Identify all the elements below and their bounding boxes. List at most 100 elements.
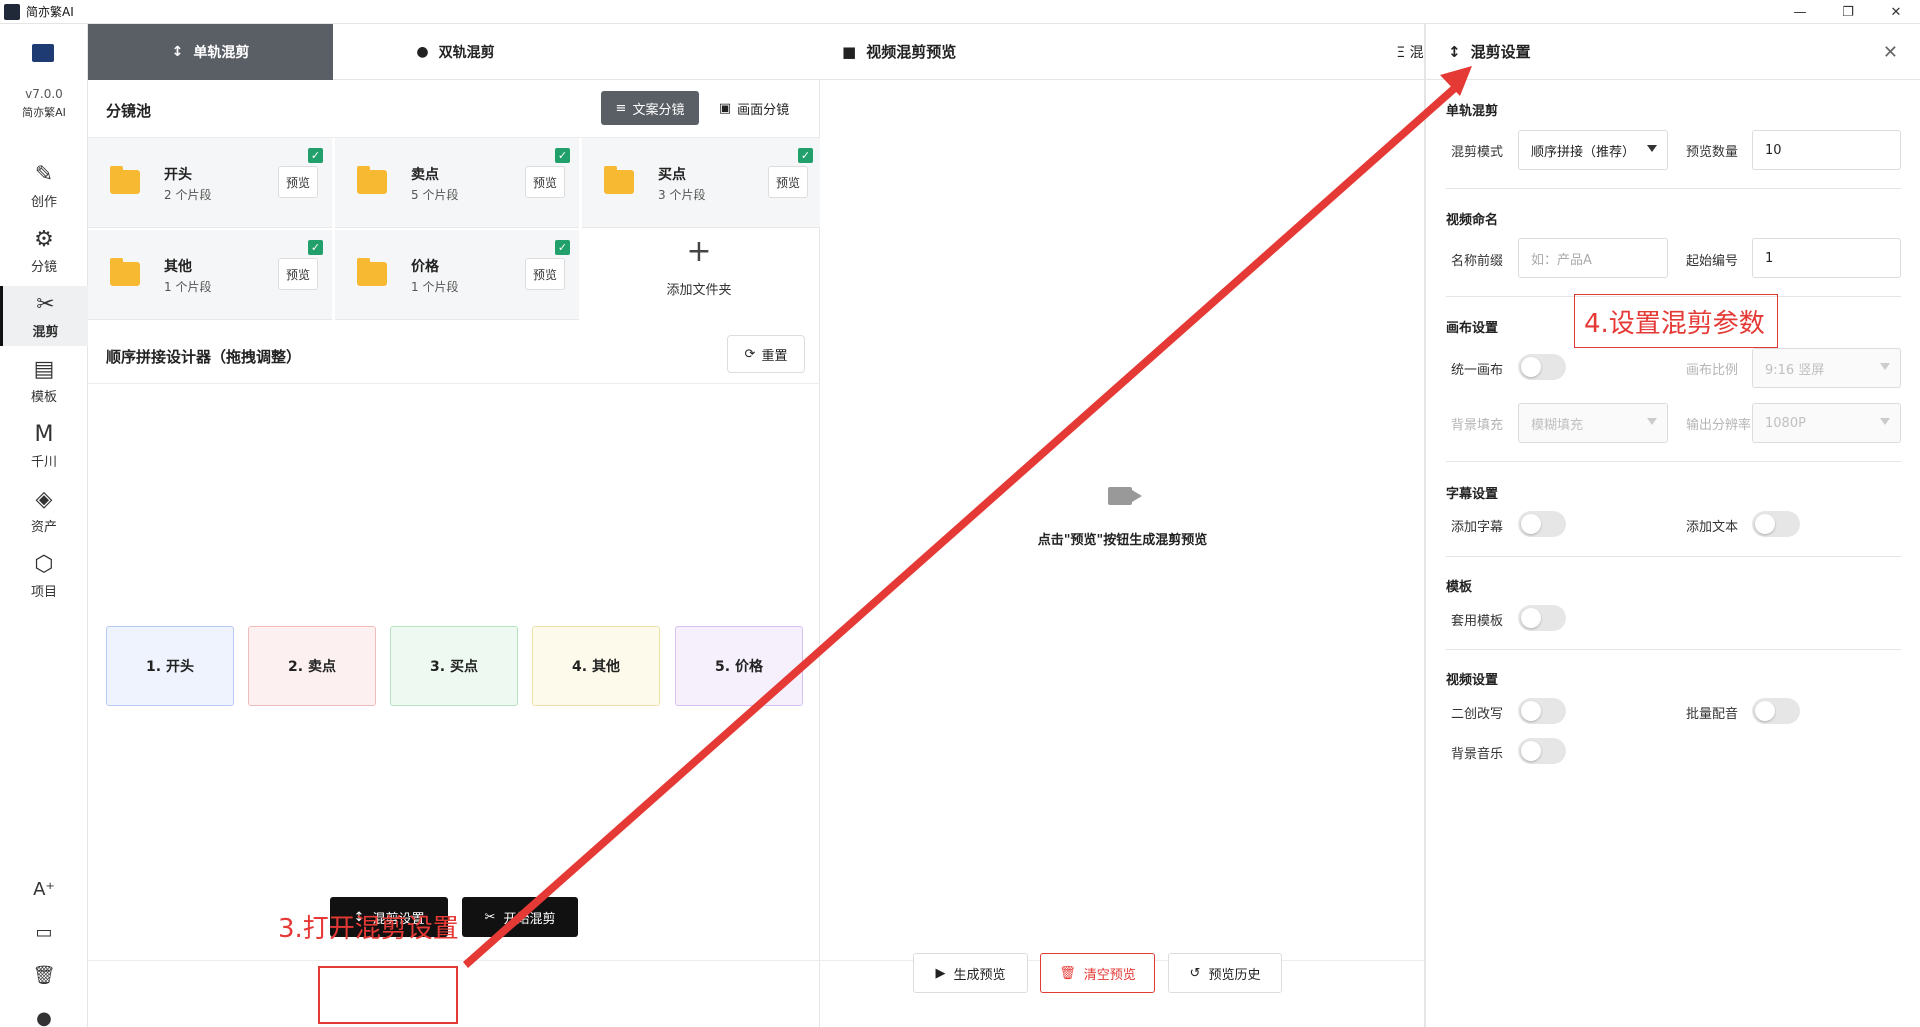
chevron-down-icon: [1880, 363, 1890, 370]
add-folder-button[interactable]: + 添加文件夹: [578, 222, 820, 312]
button-label: 画面分镜: [737, 102, 790, 118]
folder-name: 买点: [658, 167, 686, 183]
start-number-input[interactable]: 1: [1752, 238, 1901, 278]
rewrite-toggle[interactable]: [1518, 698, 1566, 724]
sequence-block-buying-point[interactable]: 3. 买点: [390, 626, 518, 706]
preview-hint: 点击"预览"按钮生成混剪预览: [1037, 533, 1208, 548]
checkbox-checked-icon[interactable]: ✓: [555, 148, 570, 163]
start-number-label: 起始编号: [1686, 254, 1739, 269]
sidebar: v7.0.0 简亦繁AI ✎ 创作 ⚙ 分镜 ✂ 混剪 ▤ 模板 M 千川 ◈ …: [0, 24, 88, 1027]
mix-editor-panel: 分镜池 ≡ 文案分镜 ▣ 画面分镜 开头 2 个片段 预览 ✓ 卖点 5 个片段…: [88, 80, 820, 1027]
folder-card-other[interactable]: 其他 1 个片段 预览 ✓: [88, 230, 332, 320]
apply-template-label: 套用模板: [1451, 614, 1504, 629]
bgm-toggle[interactable]: [1518, 738, 1566, 764]
collapsed-panel-tab[interactable]: Ξ 混: [1394, 24, 1426, 80]
preview-button[interactable]: 预览: [278, 166, 318, 198]
sidebar-item-projects[interactable]: ⬡ 项目: [0, 546, 88, 606]
checkbox-checked-icon[interactable]: ✓: [308, 240, 323, 255]
button-label: 开始混剪: [503, 911, 556, 927]
chevron-down-icon: [1880, 418, 1890, 425]
bg-fill-select[interactable]: 模糊填充: [1518, 403, 1668, 443]
add-text-label: 添加文本: [1686, 520, 1739, 535]
divider: [1446, 188, 1901, 189]
layers-icon: ◈: [35, 486, 53, 512]
sequence-block-price[interactable]: 5. 价格: [675, 626, 803, 706]
minimize-button[interactable]: —: [1776, 0, 1824, 24]
app-name-label: 简亦繁AI: [22, 106, 66, 119]
section-title-single-track: 单轨混剪: [1446, 104, 1499, 119]
output-resolution-select[interactable]: 1080P: [1752, 403, 1901, 443]
user-icon[interactable]: ●: [0, 1000, 88, 1027]
checkbox-checked-icon[interactable]: ✓: [555, 240, 570, 255]
add-subtitle-toggle[interactable]: [1518, 511, 1566, 537]
start-mix-button[interactable]: ✂ 开始混剪: [462, 897, 578, 937]
preview-button[interactable]: 预览: [525, 166, 565, 198]
play-icon: ▶: [935, 965, 946, 981]
folder-clip-count: 2 个片段: [164, 188, 212, 202]
folder-card-price[interactable]: 价格 1 个片段 预览 ✓: [335, 230, 579, 320]
sidebar-item-mix[interactable]: ✂ 混剪: [0, 286, 88, 346]
ai-text-icon[interactable]: A⁺: [0, 871, 88, 907]
folder-name: 价格: [411, 259, 439, 275]
add-subtitle-label: 添加字幕: [1451, 520, 1504, 535]
sequence-title: 顺序拼接设计器（拖拽调整）: [106, 348, 302, 366]
sidebar-item-storyboard[interactable]: ⚙ 分镜: [0, 221, 88, 281]
close-icon[interactable]: ✕: [1883, 42, 1898, 63]
sequence-block-opening[interactable]: 1. 开头: [106, 626, 234, 706]
folder-card-selling-point[interactable]: 卖点 5 个片段 预览 ✓: [335, 138, 579, 228]
add-text-toggle[interactable]: [1752, 511, 1800, 537]
pool-title: 分镜池: [106, 102, 152, 120]
annotation-step4: 4.设置混剪参数: [1584, 309, 1765, 339]
checkbox-checked-icon[interactable]: ✓: [308, 148, 323, 163]
unify-canvas-label: 统一画布: [1451, 363, 1504, 378]
window-title: 简亦繁AI: [26, 5, 74, 19]
select-value: 顺序拼接（推荐）: [1531, 144, 1636, 160]
preview-button[interactable]: 预览: [768, 166, 808, 198]
mix-mode-select[interactable]: 顺序拼接（推荐）: [1518, 130, 1668, 170]
sequence-block-selling-point[interactable]: 2. 卖点: [248, 626, 376, 706]
folder-card-opening[interactable]: 开头 2 个片段 预览 ✓: [88, 138, 332, 228]
folder-card-buying-point[interactable]: 买点 3 个片段 预览 ✓: [582, 138, 820, 228]
unify-canvas-toggle[interactable]: [1518, 354, 1566, 380]
clapperboard-icon: ▤: [33, 356, 55, 382]
divider: [1446, 649, 1901, 650]
script-storyboard-button[interactable]: ≡ 文案分镜: [601, 91, 699, 125]
clear-preview-button[interactable]: 🗑 清空预览: [1040, 953, 1155, 993]
checkbox-checked-icon[interactable]: ✓: [798, 148, 813, 163]
reset-button[interactable]: ⟳ 重置: [727, 335, 805, 373]
cube-icon: ⬡: [34, 551, 54, 577]
scissors-icon: ✂: [484, 909, 496, 925]
sidebar-item-create[interactable]: ✎ 创作: [0, 156, 88, 216]
preview-history-button[interactable]: ↺ 预览历史: [1168, 953, 1282, 993]
chevron-down-icon: [1647, 145, 1657, 152]
rewrite-label: 二创改写: [1451, 707, 1504, 722]
generate-preview-button[interactable]: ▶ 生成预览: [913, 953, 1028, 993]
tab-single-track[interactable]: ↕ 单轨混剪: [88, 24, 333, 80]
storyboard-icon: ⚙: [34, 226, 54, 252]
folder-clip-count: 1 个片段: [411, 280, 459, 294]
apply-template-toggle[interactable]: [1518, 605, 1566, 631]
trash-icon[interactable]: 🗑: [0, 957, 88, 993]
batch-dubbing-toggle[interactable]: [1752, 698, 1800, 724]
chevron-down-icon: [1647, 418, 1657, 425]
sequence-block-other[interactable]: 4. 其他: [532, 626, 660, 706]
maximize-button[interactable]: ❐: [1824, 0, 1872, 24]
mix-mode-tabs: ↕ 单轨混剪 ● 双轨混剪: [88, 24, 820, 80]
tab-dual-track[interactable]: ● 双轨混剪: [333, 24, 578, 80]
preview-header: ■ 视频混剪预览: [820, 24, 1425, 80]
close-window-button[interactable]: ✕: [1872, 0, 1920, 24]
image-icon: ▣: [718, 100, 732, 116]
name-prefix-input[interactable]: 如：产品A: [1518, 238, 1668, 278]
preview-panel: ■ 视频混剪预览 点击"预览"按钮生成混剪预览: [820, 24, 1425, 1027]
panel-icon[interactable]: ▭: [0, 914, 88, 950]
sidebar-item-label: 千川: [30, 454, 57, 470]
sidebar-item-template[interactable]: ▤ 模板: [0, 351, 88, 411]
select-value: 1080P: [1765, 415, 1806, 431]
sidebar-item-qianchuan[interactable]: M 千川: [0, 416, 88, 476]
frame-storyboard-button[interactable]: ▣ 画面分镜: [704, 91, 804, 125]
canvas-ratio-select[interactable]: 9:16 竖屏: [1752, 348, 1901, 388]
preview-count-input[interactable]: 10: [1752, 130, 1901, 170]
preview-button[interactable]: 预览: [278, 258, 318, 290]
preview-button[interactable]: 预览: [525, 258, 565, 290]
sidebar-item-assets[interactable]: ◈ 资产: [0, 481, 88, 541]
